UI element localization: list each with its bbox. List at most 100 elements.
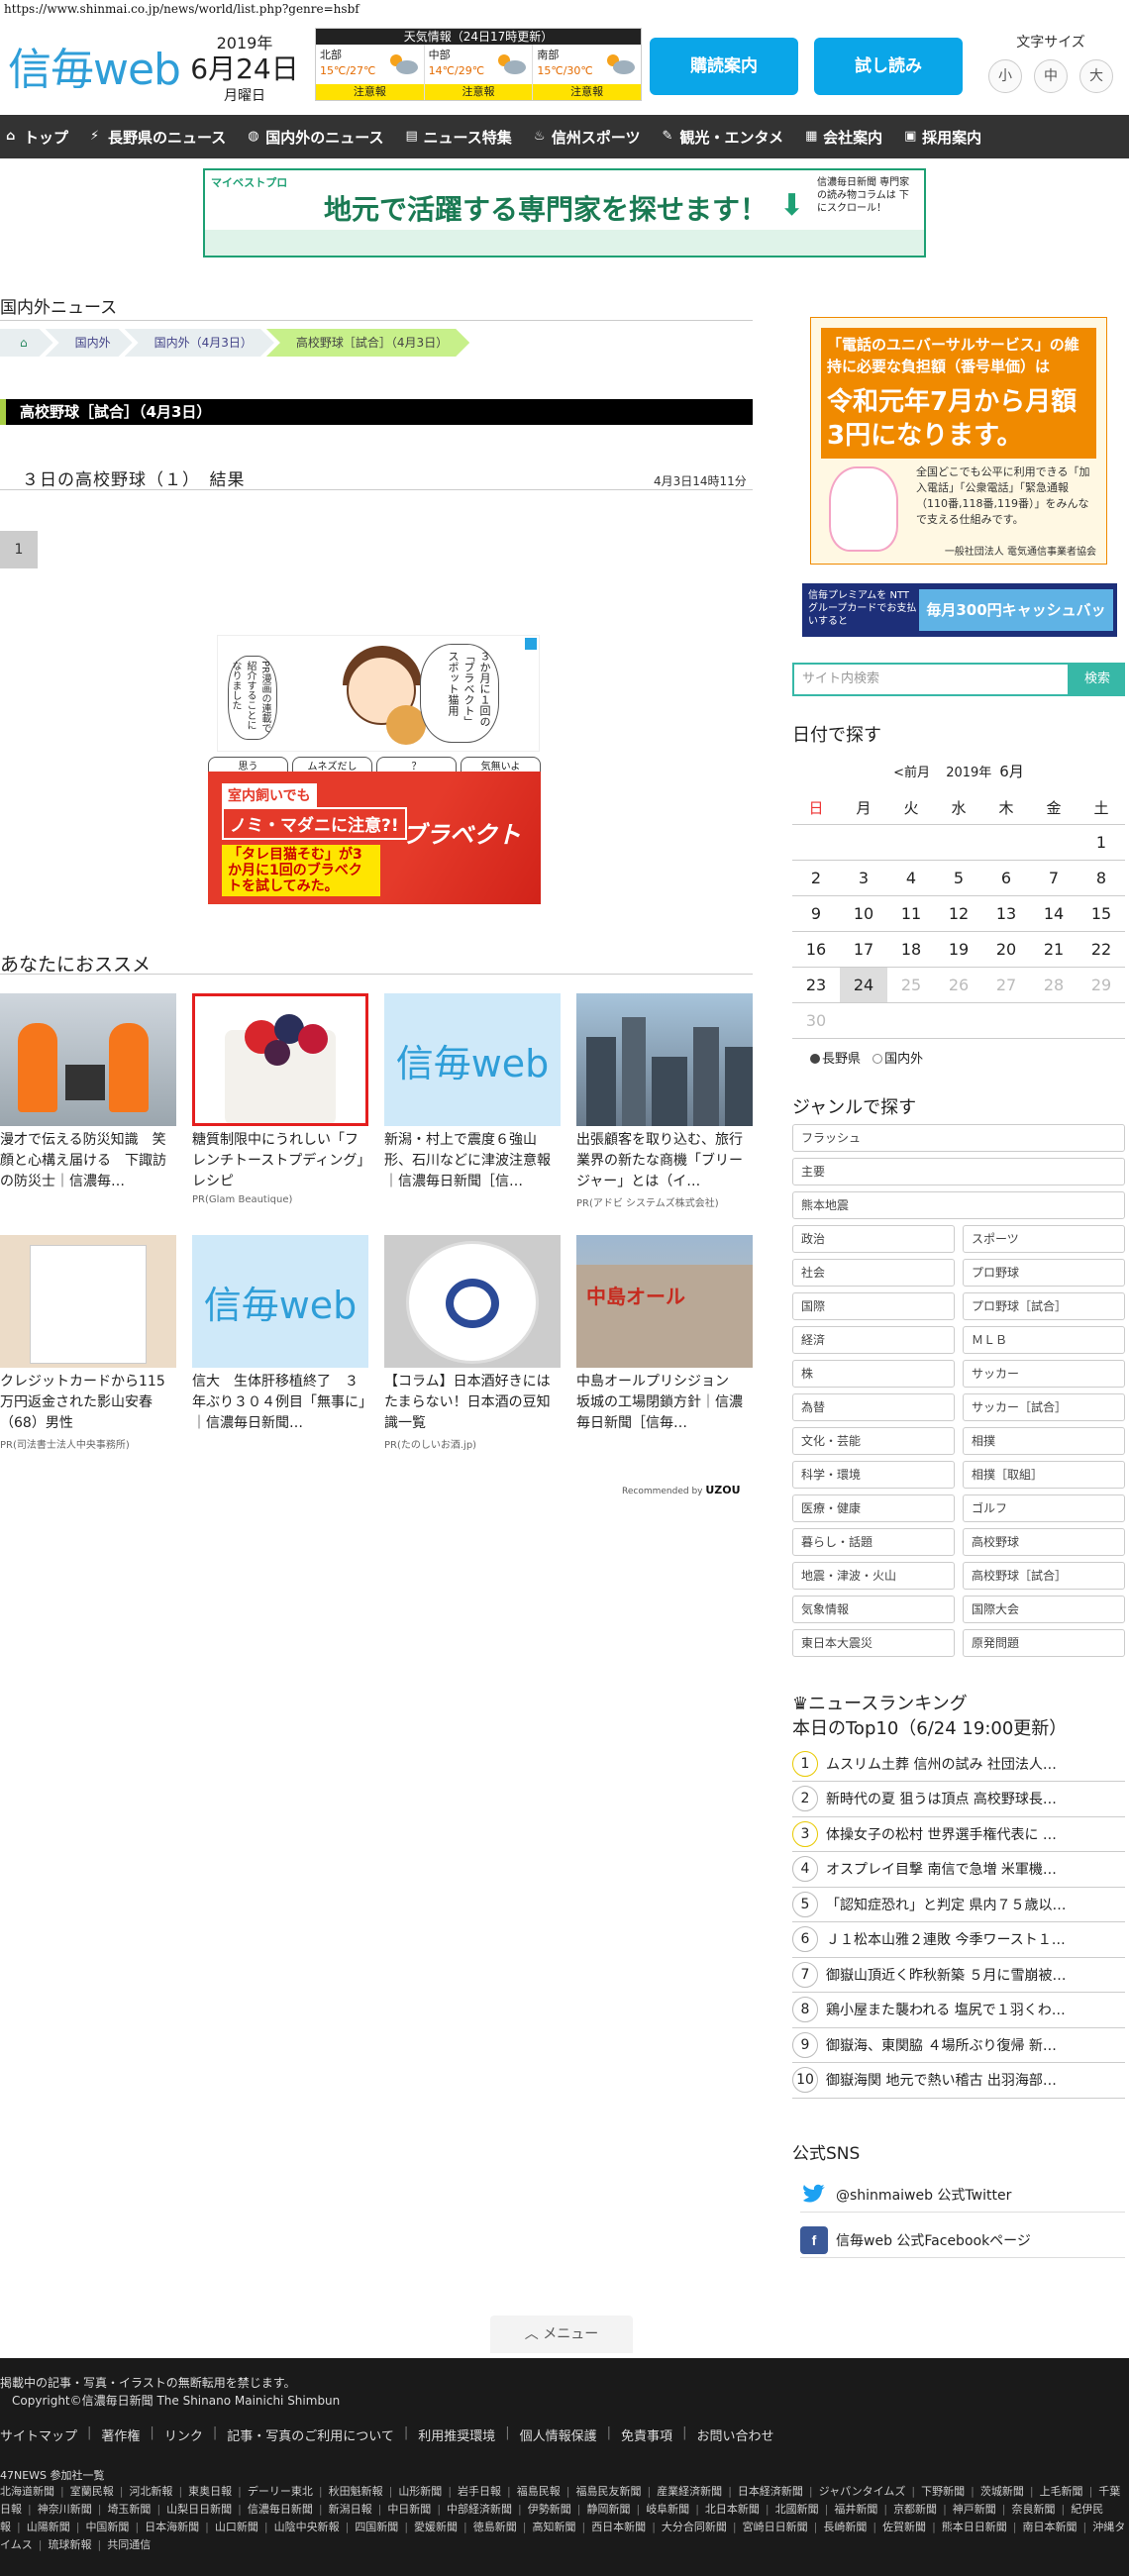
breadcrumb-home[interactable]: ⌂ — [0, 329, 53, 357]
recommend-card[interactable]: 中島オール 中島オールプリシジョン 坂城の工場閉鎖方針｜信濃毎日新聞［信毎… — [576, 1235, 753, 1459]
footer-link[interactable]: サイトマップ — [0, 2425, 77, 2444]
breadcrumb-item[interactable]: 国内外 — [46, 329, 133, 357]
footer-link[interactable]: 個人情報保護 — [520, 2425, 597, 2444]
partner-link[interactable]: 四国新聞 — [355, 2521, 398, 2533]
calendar-day[interactable]: 5 — [935, 860, 982, 896]
search-button[interactable]: 検索 — [1070, 663, 1125, 696]
calendar-day[interactable]: 22 — [1078, 931, 1125, 968]
top-banner-ad[interactable]: マイベストプロ 地元で活躍する専門家を探せます！ ⬇ 信濃毎日新聞 専門家の読み… — [203, 168, 926, 258]
genre-item[interactable]: 地震・津波・火山 — [792, 1562, 955, 1590]
genre-item[interactable]: サッカー — [963, 1360, 1125, 1388]
calendar-day[interactable]: 7 — [1030, 860, 1078, 896]
genre-item[interactable]: 東日本大震災 — [792, 1629, 955, 1657]
premium-ad[interactable]: 信毎プレミアムを NTTグループカードでお支払いすると 毎月300円キャッシュバ… — [802, 583, 1117, 661]
article-link[interactable]: ３日の高校野球（１） 結果 — [22, 465, 246, 490]
partner-link[interactable]: 中国新聞 — [85, 2521, 129, 2533]
partner-link[interactable]: 信濃毎日新聞 — [248, 2503, 313, 2516]
calendar-day[interactable]: 2 — [792, 860, 840, 896]
genre-item[interactable]: プロ野球 — [963, 1259, 1125, 1287]
calendar-day[interactable]: 20 — [982, 931, 1030, 968]
partner-link[interactable]: 山形新聞 — [398, 2485, 442, 2498]
partner-link[interactable]: 北日本新聞 — [705, 2503, 760, 2516]
facebook-link[interactable]: f 信毎web 公式Facebookページ — [800, 2222, 1125, 2258]
radio-world[interactable]: 国内外 — [872, 1052, 923, 1067]
recommend-card[interactable]: 糖質制限中にうれしい「フレンチトーストプディング」レシピ PR(Glam Bea… — [192, 993, 368, 1217]
calendar-day[interactable]: 6 — [982, 860, 1030, 896]
partner-link[interactable]: 山梨日日新聞 — [166, 2503, 232, 2516]
partner-link[interactable]: 佐賀新聞 — [882, 2521, 926, 2533]
partner-link[interactable]: 山陰中央新報 — [274, 2521, 340, 2533]
subscribe-button[interactable]: 購読案内 — [650, 38, 798, 95]
calendar-day[interactable]: 4 — [887, 860, 935, 896]
ranking-item[interactable]: 9 御嶽海、東関脇 ４場所ぶり復帰 新… — [792, 2027, 1125, 2063]
nav-item-tourism[interactable]: ✎ 観光・エンタメ — [663, 127, 784, 148]
partner-link[interactable]: 岩手日報 — [458, 2485, 501, 2498]
weather-north[interactable]: 北部 15℃/27℃ 注意報 — [316, 45, 425, 100]
genre-item[interactable]: 文化・芸能 — [792, 1427, 955, 1455]
partner-link[interactable]: 山陽新聞 — [27, 2521, 70, 2533]
calendar-day[interactable]: 24 — [840, 967, 887, 1003]
partner-link[interactable]: 福島民報 — [517, 2485, 561, 2498]
footer-link[interactable]: お問い合わせ — [696, 2425, 773, 2444]
partner-link[interactable]: 高知新聞 — [532, 2521, 575, 2533]
calendar-day[interactable]: 12 — [935, 895, 982, 932]
partner-link[interactable]: 長崎新聞 — [823, 2521, 867, 2533]
calendar-day[interactable]: 14 — [1030, 895, 1078, 932]
calendar-day[interactable]: 19 — [935, 931, 982, 968]
partner-link[interactable]: 愛媛新聞 — [414, 2521, 458, 2533]
partner-link[interactable]: 茨城新聞 — [980, 2485, 1024, 2498]
genre-item[interactable]: 国際 — [792, 1292, 955, 1320]
calendar-day[interactable]: 18 — [887, 931, 935, 968]
partner-link[interactable]: 新潟日報 — [329, 2503, 372, 2516]
ranking-item[interactable]: 2 新時代の夏 狙うは頂点 高校野球長… — [792, 1782, 1125, 1817]
footer-link[interactable]: 免責事項 — [621, 2425, 672, 2444]
genre-item[interactable]: 相撲 — [963, 1427, 1125, 1455]
calendar-day[interactable]: 13 — [982, 895, 1030, 932]
recommended-by[interactable]: Recommended by UZOU — [622, 1484, 741, 1496]
font-large-button[interactable]: 大 — [1079, 59, 1113, 93]
breadcrumb-item[interactable]: 国内外（4月3日） — [125, 329, 274, 357]
ranking-item[interactable]: 3 体操女子の松村 世界選手権代表に … — [792, 1816, 1125, 1852]
weather-south[interactable]: 南部 15℃/30℃ 注意報 — [533, 45, 642, 100]
recommend-card[interactable]: 信毎web 新潟・村上で震度６強山形、石川などに津波注意報｜信濃毎日新聞［信… — [384, 993, 561, 1217]
partner-link[interactable]: ジャパンタイムズ — [819, 2485, 906, 2498]
ranking-item[interactable]: 6 Ｊ１松本山雅２連敗 今季ワースト１… — [792, 1922, 1125, 1958]
recommend-card[interactable]: 出張顧客を取り込む、旅行業界の新たな商機「ブリージャー」とは（イ… PR(アドビ… — [576, 993, 753, 1217]
partner-link[interactable]: 琉球新報 — [49, 2538, 92, 2551]
genre-item[interactable]: フラッシュ — [792, 1124, 1125, 1152]
genre-item[interactable]: 株 — [792, 1360, 955, 1388]
trial-button[interactable]: 試し読み — [814, 38, 963, 95]
menu-button[interactable]: ︿ メニュー — [490, 2316, 633, 2353]
partner-link[interactable]: 秋田魁新報 — [329, 2485, 383, 2498]
genre-item[interactable]: 主要 — [792, 1158, 1125, 1185]
partner-link[interactable]: デーリー東北 — [248, 2485, 313, 2498]
ranking-item[interactable]: 4 オスプレイ目撃 南信で急増 米軍機… — [792, 1852, 1125, 1888]
calendar-day[interactable]: 15 — [1078, 895, 1125, 932]
partner-link[interactable]: 静岡新聞 — [586, 2503, 630, 2516]
genre-item[interactable]: 国際大会 — [963, 1596, 1125, 1623]
genre-item[interactable]: スポーツ — [963, 1225, 1125, 1253]
partner-link[interactable]: 河北新報 — [129, 2485, 172, 2498]
calendar-day[interactable]: 10 — [840, 895, 887, 932]
partner-link[interactable]: 奈良新聞 — [1012, 2503, 1056, 2516]
genre-item[interactable]: 高校野球 — [963, 1528, 1125, 1556]
genre-item[interactable]: プロ野球［試合］ — [963, 1292, 1125, 1320]
partner-link[interactable]: 神奈川新聞 — [38, 2503, 92, 2516]
calendar-day[interactable]: 23 — [792, 967, 840, 1003]
ranking-item[interactable]: 5 「認知症恐れ」と判定 県内７５歳以… — [792, 1887, 1125, 1922]
genre-item[interactable]: 相撲［取組］ — [963, 1461, 1125, 1489]
partner-link[interactable]: 宮崎日日新聞 — [743, 2521, 808, 2533]
recommend-card[interactable]: クレジットカードから115万円返金された影山安春（68）男性 PR(司法書士法人… — [0, 1235, 176, 1459]
calendar-day[interactable]: 11 — [887, 895, 935, 932]
genre-item[interactable]: サッカー［試合］ — [963, 1393, 1125, 1421]
nav-item-sports[interactable]: ♨ 信州スポーツ — [534, 127, 641, 148]
radio-nagano[interactable]: 長野県 — [810, 1052, 861, 1067]
partner-link[interactable]: 上毛新聞 — [1040, 2485, 1083, 2498]
partner-link[interactable]: 東奥日報 — [188, 2485, 232, 2498]
partner-link[interactable]: 山口新聞 — [215, 2521, 258, 2533]
bravecto-ad[interactable]: 室内飼いでも ノミ・マダニに注意?! 「タレ目猫そむ」が3か月に1回のブラベクト… — [208, 772, 541, 904]
partner-link[interactable]: 南日本新聞 — [1023, 2521, 1078, 2533]
genre-item[interactable]: ゴルフ — [963, 1494, 1125, 1522]
partner-link[interactable]: 中日新聞 — [387, 2503, 431, 2516]
universal-service-ad[interactable]: 「電話のユニバーサルサービス」の維持に必要な負担額（番号単価）は 令和元年7月か… — [810, 317, 1107, 565]
